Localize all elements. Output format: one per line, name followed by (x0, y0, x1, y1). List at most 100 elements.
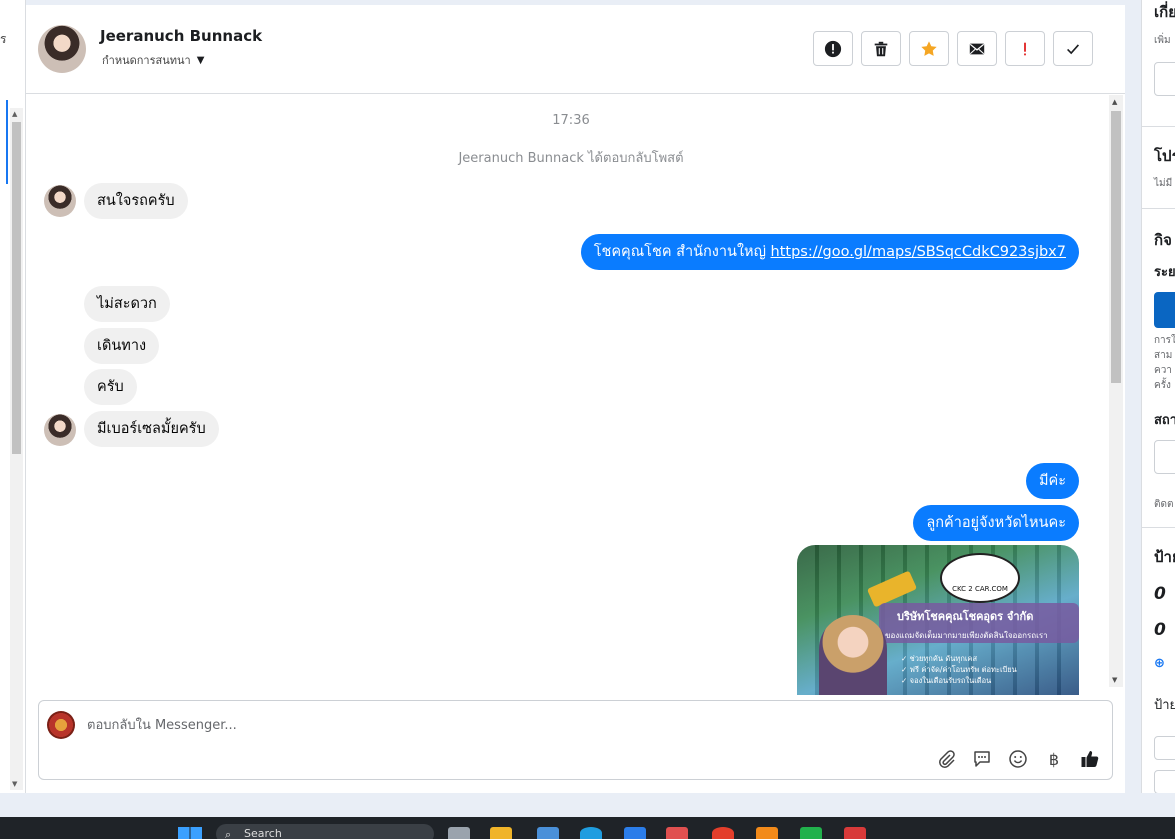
section-divider (1142, 126, 1175, 127)
map-link[interactable]: https://goo.gl/maps/SBSqcCdkC923sjbx7 (771, 244, 1066, 260)
caret-down-icon: ▼ (196, 54, 205, 66)
reply-input[interactable] (87, 715, 1047, 735)
search-icon: ⌕ (225, 828, 232, 839)
thumbs-up-icon (1081, 751, 1099, 767)
message-thread: 17:36 Jeeranuch Bunnack ได้ตอบกลับโพสต์ … (26, 95, 1125, 695)
panel-field-label: สถา (1154, 413, 1175, 428)
panel-section-subtitle: เพิ่ม (1154, 35, 1171, 46)
scroll-down-arrow-icon[interactable]: ▼ (12, 780, 17, 788)
contact-details-panel: เกี่ย เพิ่ม โปร ไม่มี กิจ ระย การใสามควา… (1141, 0, 1175, 793)
left-panel-scrollbar[interactable]: ▲ ▼ (10, 108, 23, 790)
panel-section-title: ป้าย (1154, 548, 1175, 566)
panel-field-label: ป้าย (1154, 698, 1175, 713)
edge-browser-icon[interactable] (580, 827, 602, 839)
os-taskbar: ⌕ Search (0, 817, 1175, 839)
star-icon (921, 40, 937, 56)
left-panel-cut-text: ร (0, 32, 7, 46)
panel-primary-button[interactable] (1154, 292, 1175, 328)
calculator-icon[interactable] (537, 827, 559, 839)
payment-button[interactable]: ฿ (1042, 747, 1066, 771)
section-divider (1142, 527, 1175, 528)
company-logo: CKC 2 CAR.COM (940, 553, 1020, 603)
perk-item: ✓ จองในเดือนรับรถในเดือน (901, 676, 992, 685)
windows-start-icon[interactable] (178, 827, 202, 839)
panel-value: 0 (1154, 620, 1166, 640)
calendar-app-icon[interactable] (666, 827, 688, 839)
conversation-header: Jeeranuch Bunnack กำหนดการสนทนา ▼ (26, 5, 1125, 94)
mark-important-button[interactable] (1005, 31, 1045, 66)
saved-replies-button[interactable] (970, 747, 994, 771)
baht-icon: ฿ (1048, 749, 1060, 769)
company-tagline: ของแถมจัดเต็มมากมายเพียงตัดสินใจออกรถเรา (885, 631, 1048, 640)
incoming-message: ไม่สะดวก (84, 286, 170, 322)
incoming-message: เดินทาง (84, 328, 160, 364)
envelope-icon (969, 43, 985, 54)
contact-name[interactable]: Jeeranuch Bunnack (100, 27, 262, 45)
emoji-button[interactable] (1006, 747, 1030, 771)
contact-avatar[interactable] (38, 25, 86, 73)
scrollbar-thumb[interactable] (1111, 111, 1121, 383)
thread-scrollbar[interactable]: ▲ ▼ (1109, 95, 1123, 687)
panel-section-subtitle: ไม่มี (1154, 178, 1173, 189)
paperclip-icon (939, 750, 955, 768)
panel-select-field[interactable] (1154, 440, 1175, 474)
salesperson-photo (819, 615, 887, 695)
file-explorer-icon[interactable] (490, 827, 512, 839)
logo-text: CKC 2 CAR.COM (952, 585, 1008, 593)
exclamation-icon (1024, 42, 1026, 55)
mark-done-button[interactable] (1053, 31, 1093, 66)
conversation-actions (813, 31, 1093, 66)
trash-icon (874, 41, 888, 56)
scroll-up-arrow-icon[interactable]: ▲ (1112, 98, 1117, 106)
like-button[interactable] (1078, 747, 1102, 771)
report-spam-button[interactable] (813, 31, 853, 66)
outgoing-message: มีค่ะ (1025, 463, 1079, 499)
active-tab-indicator (6, 100, 8, 184)
line-app-icon[interactable] (800, 827, 822, 839)
incoming-message: มีเบอร์เซลมั้ยครับ (84, 411, 219, 447)
section-divider (1142, 208, 1175, 209)
panel-section-title: กิจ (1154, 231, 1172, 249)
panel-input-field[interactable] (1154, 770, 1175, 793)
conversation-panel: Jeeranuch Bunnack กำหนดการสนทนา ▼ 17:36 … (26, 5, 1125, 793)
check-icon (1067, 43, 1080, 54)
left-panel-edge: ร ▲ ▼ (0, 0, 26, 793)
alert-circle-icon (824, 40, 842, 57)
reply-composer: ฿ (38, 700, 1113, 780)
attach-button[interactable] (934, 747, 958, 771)
assign-conversation-label: กำหนดการสนทนา (102, 54, 191, 67)
sender-avatar[interactable] (44, 185, 76, 217)
chrome-browser-icon[interactable] (712, 827, 734, 839)
perk-item: ✓ ฟรี ค่าจัด/ค่าโอนทรัพ ต่อทะเบียน (901, 665, 1017, 674)
company-name: บริษัทโชคคุณโชคอุดร จำกัด (897, 610, 1034, 623)
chat-bubble-icon (974, 751, 990, 767)
scrollbar-thumb[interactable] (12, 122, 21, 454)
composer-toolbar: ฿ (934, 747, 1102, 771)
image-attachment[interactable]: CKC 2 CAR.COM บริษัทโชคคุณโชคอุดร จำกัด … (797, 545, 1079, 695)
smiley-icon (1009, 750, 1027, 768)
page-avatar (47, 711, 75, 739)
message-text: โชคคุณโชค สำนักงานใหญ่ (593, 244, 771, 260)
outgoing-message: ลูกค้าอยู่จังหวัดไหนคะ (913, 505, 1079, 541)
delete-button[interactable] (861, 31, 901, 66)
post-reply-note: Jeeranuch Bunnack ได้ตอบกลับโพสต์ (458, 151, 684, 166)
scroll-down-arrow-icon[interactable]: ▼ (1112, 676, 1117, 684)
add-label-icon[interactable]: ⊕ (1154, 656, 1165, 671)
task-view-icon[interactable] (448, 827, 470, 839)
sender-avatar[interactable] (44, 414, 76, 446)
taskbar-search[interactable]: ⌕ Search (216, 824, 434, 839)
assign-conversation-dropdown[interactable]: กำหนดการสนทนา ▼ (102, 51, 204, 69)
scroll-up-arrow-icon[interactable]: ▲ (12, 110, 17, 118)
firefox-browser-icon[interactable] (756, 827, 778, 839)
panel-field-label: ระย (1154, 265, 1175, 280)
mark-unread-button[interactable] (957, 31, 997, 66)
panel-section-title: เกี่ย (1154, 3, 1175, 21)
store-icon[interactable] (624, 827, 646, 839)
outgoing-message: โชคคุณโชค สำนักงานใหญ่ https://goo.gl/ma… (580, 234, 1079, 270)
profile-app-icon[interactable] (844, 827, 866, 839)
panel-input-field[interactable] (1154, 62, 1175, 96)
message-timestamp: 17:36 (552, 113, 590, 128)
star-button[interactable] (909, 31, 949, 66)
perk-item: ✓ ช่วยทุกคัน ดันทุกเคส (901, 654, 978, 663)
panel-input-field[interactable] (1154, 736, 1175, 760)
